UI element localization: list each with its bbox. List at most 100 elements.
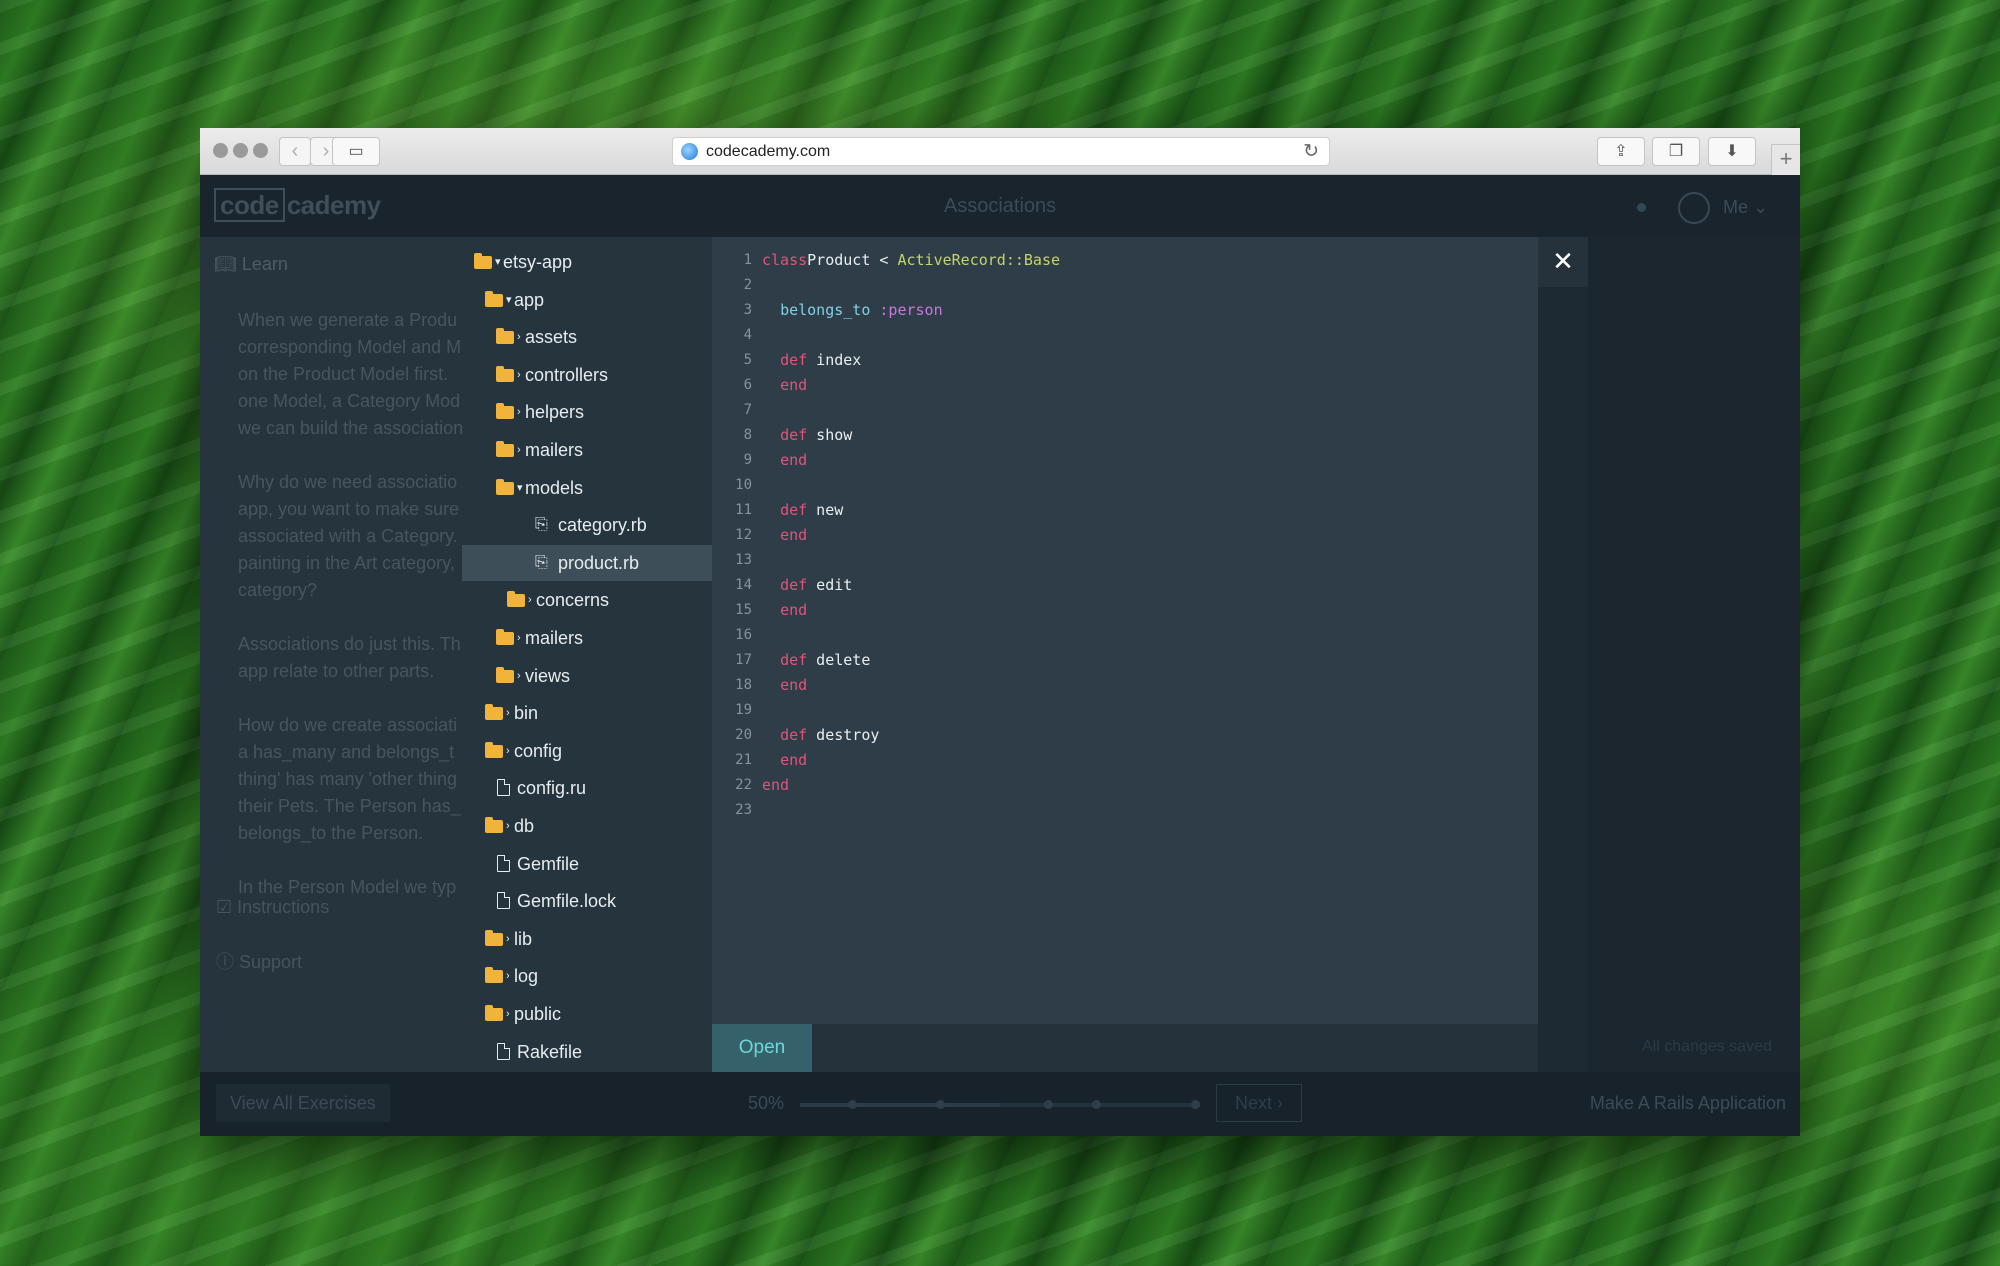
share-icon: ⇪ [1614, 143, 1628, 160]
file-tree-item[interactable]: › lib [462, 921, 712, 957]
file-tree-item[interactable]: config.ru [462, 770, 712, 806]
folder-icon [485, 741, 503, 758]
minimize-window-button[interactable] [233, 143, 248, 158]
notification-dot [1637, 203, 1646, 212]
caret-right-icon[interactable]: › [506, 996, 510, 1032]
share-button[interactable]: ⇪ [1597, 137, 1645, 166]
file-tree-item[interactable]: › helpers [462, 394, 712, 430]
file-tree-item[interactable]: › log [462, 958, 712, 994]
close-window-button[interactable] [213, 143, 228, 158]
code-line: 11 def new [712, 498, 1538, 523]
file-tree-item[interactable]: › assets [462, 319, 712, 355]
file-tree-item[interactable]: › public [462, 996, 712, 1032]
checkbox-icon: ☑ [216, 897, 233, 917]
file-tree-item[interactable]: › views [462, 658, 712, 694]
lesson-line: corresponding Model and M [238, 337, 462, 357]
file-tree-item[interactable]: Gemfile.lock [462, 883, 712, 919]
file-tree-item[interactable]: ⎘ category.rb [462, 507, 712, 543]
user-menu-label: Me [1723, 197, 1749, 217]
code-lines[interactable]: 1 classProduct < ActiveRecord::Base 2 3 bel… [712, 248, 1538, 823]
caret-right-icon[interactable]: › [506, 695, 510, 731]
lesson-line: app, you want to make sure [238, 499, 460, 519]
file-tree-item[interactable]: › db [462, 808, 712, 844]
instructions-label: Instructions [237, 897, 330, 917]
file-tree-item[interactable]: ▾ models [462, 470, 712, 506]
code-line: 20 def destroy [712, 723, 1538, 748]
new-tab-button[interactable]: + [1771, 144, 1800, 175]
folder-icon [496, 478, 514, 495]
file-tree-label: log [514, 966, 539, 987]
code-editor[interactable]: 1 classProduct < ActiveRecord::Base 2 3 bel… [712, 237, 1538, 1072]
caret-down-icon[interactable]: ▾ [495, 244, 501, 280]
caret-right-icon[interactable]: › [517, 620, 521, 656]
line-number: 8 [743, 427, 752, 443]
line-number: 11 [735, 502, 752, 518]
lesson-paragraph: Why do we need associatio app, you want t… [238, 469, 462, 604]
progress-step [936, 1100, 945, 1109]
code-text: end [780, 601, 808, 619]
folder-icon [485, 1005, 503, 1021]
lesson-line: thing' has many 'other thing [238, 769, 458, 789]
lesson-line: Associations do just this. Th [238, 634, 461, 654]
caret-right-icon[interactable]: › [517, 658, 521, 694]
address-bar[interactable]: codecademy.com ↻ [672, 137, 1330, 166]
zoom-window-button[interactable] [253, 143, 268, 158]
code-text: def edit [780, 576, 853, 594]
file-tree-item[interactable]: Rakefile [462, 1034, 712, 1070]
line-number: 19 [735, 702, 752, 718]
caret-right-icon[interactable]: › [517, 432, 521, 468]
lesson-line: painting in the Art category, [238, 553, 455, 573]
file-tree-label: mailers [525, 628, 584, 648]
file-tree-label: mailers [525, 440, 584, 460]
close-icon[interactable]: ✕ [1538, 237, 1588, 287]
folder-icon [507, 591, 525, 608]
file-tree-item[interactable]: Gemfile [462, 846, 712, 882]
instructions-tab[interactable]: ☑ Instructions [216, 897, 329, 918]
caret-right-icon[interactable]: › [506, 733, 510, 769]
view-all-exercises-button[interactable]: View All Exercises [216, 1084, 390, 1122]
file-tree-item[interactable]: › bin [462, 695, 712, 731]
caret-right-icon[interactable]: › [506, 921, 510, 957]
caret-right-icon[interactable]: › [506, 808, 510, 844]
file-tree-item[interactable]: › mailers [462, 620, 712, 656]
caret-right-icon[interactable]: › [506, 958, 510, 994]
caret-down-icon[interactable]: ▾ [517, 470, 523, 506]
line-number: 22 [735, 777, 752, 793]
code-line: 10 [712, 473, 1538, 498]
back-button[interactable]: ‹ [279, 137, 311, 166]
next-button[interactable]: Next › [1216, 1084, 1302, 1122]
folder-icon [496, 328, 514, 345]
user-menu[interactable]: Me ⌄ [1723, 197, 1768, 218]
file-tree-label: public [514, 1004, 562, 1024]
caret-right-icon[interactable]: › [528, 582, 532, 618]
code-line: 8 def show [712, 423, 1538, 448]
file-tree-item[interactable]: › config [462, 733, 712, 769]
code-text: belongs_to :person [780, 301, 943, 319]
reload-icon[interactable]: ↻ [1303, 140, 1319, 163]
file-tree-item[interactable]: › concerns [462, 582, 712, 618]
download-icon: ⬇ [1725, 143, 1739, 160]
downloads-button[interactable]: ⬇ [1708, 137, 1756, 166]
progress-percent: 50% [748, 1093, 785, 1113]
file-tree-item[interactable]: ▾ etsy-app [462, 244, 712, 280]
file-tree-item[interactable]: › mailers [462, 432, 712, 468]
learn-tab[interactable]: 📖︎ Learn [214, 254, 288, 275]
support-tab[interactable]: ⓘ Support [216, 948, 302, 974]
file-tree-item[interactable]: ▾ app [462, 282, 712, 318]
tabs-overview-button[interactable]: ❐ [1652, 137, 1700, 166]
avatar-icon[interactable] [1678, 192, 1710, 224]
caret-right-icon[interactable]: › [517, 357, 521, 393]
open-button[interactable]: Open [712, 1024, 812, 1072]
line-number: 2 [743, 277, 752, 293]
file-tree-label: app [514, 289, 545, 310]
caret-right-icon[interactable]: › [517, 394, 521, 430]
caret-right-icon[interactable]: › [517, 319, 521, 355]
caret-down-icon[interactable]: ▾ [506, 282, 512, 318]
lesson-paragraph: Associations do just this. Th app relate … [238, 631, 462, 685]
lesson-line: app relate to other parts. [238, 661, 435, 681]
chevron-right-icon: › [322, 140, 330, 162]
file-tree-item[interactable]: › controllers [462, 357, 712, 393]
line-number: 14 [735, 577, 752, 593]
file-tree-item[interactable]: ⎘ product.rb [462, 544, 712, 581]
sidebar-toggle-button[interactable]: ▭ [332, 137, 380, 166]
